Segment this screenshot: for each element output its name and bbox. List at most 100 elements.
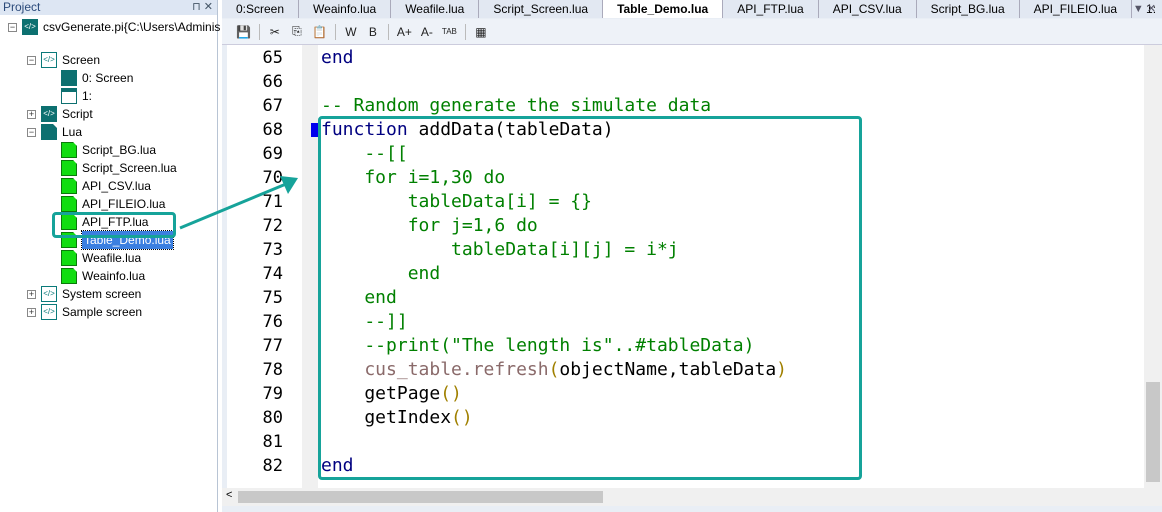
line-number: 82 [262, 456, 283, 476]
tree-system-screen[interactable]: + </> System screen [27, 285, 141, 303]
xml-icon: </> [41, 52, 57, 68]
lua-file-icon [61, 196, 77, 212]
label: Screen [62, 53, 101, 67]
tab[interactable]: 0:Screen [222, 0, 300, 18]
line-number: 74 [262, 264, 283, 284]
code-line: -- Random generate the simulate data [321, 95, 711, 116]
tree-lua[interactable]: − Lua [27, 123, 82, 141]
line-number: 79 [262, 384, 283, 404]
tab-button[interactable]: TAB [442, 27, 457, 36]
screen-icon [61, 88, 77, 104]
lua-file-icon [61, 178, 77, 194]
tree-lua-file[interactable]: Script_Screen.lua [61, 159, 177, 177]
xml-icon: </> [41, 304, 57, 320]
tab[interactable]: API_FTP.lua [723, 0, 819, 18]
font-increase-button[interactable]: A+ [397, 25, 412, 39]
pin-icon[interactable]: ⊓ [192, 1, 201, 13]
expand-icon[interactable]: + [27, 109, 36, 119]
tab-controls[interactable]: ▼ ✕ [1133, 0, 1156, 18]
code-token: end [321, 47, 354, 68]
line-number: 81 [262, 432, 283, 452]
lua-file-icon [61, 160, 77, 176]
highlight-box [52, 212, 176, 238]
tab-active[interactable]: Table_Demo.lua [603, 0, 724, 18]
line-number: 65 [262, 48, 283, 68]
line-number: 67 [262, 96, 283, 116]
tree-screen-0[interactable]: 0: Screen [61, 69, 133, 87]
code-highlight-box [318, 116, 862, 480]
scroll-left-icon[interactable]: < [226, 489, 232, 501]
label: 1: [82, 89, 93, 103]
toolbar: 💾 ✂ ⎘ 📋 W B A+ A- TAB ▦ [222, 19, 1162, 45]
tree-screen-1[interactable]: 1: [61, 87, 92, 105]
label: Script_Screen.lua [82, 161, 177, 175]
script-icon: </> [41, 106, 57, 122]
line-number: 75 [262, 288, 283, 308]
tab[interactable]: Weafile.lua [391, 0, 480, 18]
label: API_CSV.lua [82, 179, 151, 193]
scroll-thumb[interactable] [1146, 382, 1160, 482]
scroll-thumb[interactable] [238, 491, 603, 503]
lua-folder-icon [41, 124, 57, 140]
lua-file-icon [61, 142, 77, 158]
label: Sample screen [62, 305, 143, 319]
tree-lua-file[interactable]: API_FILEIO.lua [61, 195, 165, 213]
collapse-icon[interactable]: − [27, 127, 36, 137]
collapse-icon[interactable]: − [27, 55, 36, 65]
close-icon[interactable]: ✕ [204, 1, 213, 13]
label: Script_BG.lua [82, 143, 157, 157]
tab[interactable]: Weainfo.lua [299, 0, 392, 18]
copy-icon[interactable]: ⎘ [290, 24, 304, 39]
label: Weainfo.lua [82, 269, 146, 283]
line-number: 66 [262, 72, 283, 92]
panel-title: Project [3, 0, 41, 14]
screen-icon [61, 70, 77, 86]
expand-icon[interactable]: + [27, 289, 36, 299]
tree-lua-file[interactable]: API_CSV.lua [61, 177, 151, 195]
grid-icon[interactable]: ▦ [474, 25, 488, 39]
tab-bar: 0:Screen Weainfo.lua Weafile.lua Script_… [222, 0, 1162, 18]
label: 0: Screen [82, 71, 134, 85]
line-number: 69 [262, 144, 283, 164]
fold-margin [302, 45, 318, 488]
word-wrap-button[interactable]: W [344, 25, 358, 39]
tab[interactable]: Script_BG.lua [916, 0, 1020, 18]
project-panel: Project ⊓ ✕ − </> csvGenerate.pi{C:\Users\… [0, 0, 220, 512]
project-icon: </> [22, 19, 38, 35]
tab[interactable]: Script_Screen.lua [479, 0, 604, 18]
tree-lua-file[interactable]: Script_BG.lua [61, 141, 156, 159]
tree-sample-screen[interactable]: + </> Sample screen [27, 303, 142, 321]
tree-lua-file[interactable]: Weainfo.lua [61, 267, 145, 285]
label: Weafile.lua [82, 251, 142, 265]
label: API_FILEIO.lua [82, 197, 166, 211]
xml-icon: </> [41, 286, 57, 302]
line-number: 68 [262, 120, 283, 140]
cut-icon[interactable]: ✂ [268, 25, 282, 39]
project-panel-header: Project ⊓ ✕ [0, 0, 217, 15]
bookmark-button[interactable]: B [366, 25, 380, 39]
code-line: end [321, 47, 354, 68]
expand-icon[interactable]: + [27, 307, 36, 317]
paste-icon[interactable]: 📋 [312, 25, 327, 39]
lua-file-icon [61, 250, 77, 266]
tree-root[interactable]: − </> csvGenerate.pi{C:\Users\Adminis [8, 18, 220, 36]
vertical-scrollbar[interactable] [1144, 45, 1162, 488]
tree-lua-file[interactable]: Weafile.lua [61, 249, 141, 267]
label: csvGenerate.pi{C:\Users\Adminis [43, 20, 221, 34]
collapse-icon[interactable]: − [8, 22, 17, 32]
horizontal-scrollbar[interactable]: < [222, 488, 1162, 506]
code-token: -- Random generate the simulate data [321, 95, 712, 116]
line-number: 80 [262, 408, 283, 428]
tab[interactable]: API_CSV.lua [818, 0, 917, 18]
font-decrease-button[interactable]: A- [420, 25, 434, 39]
save-icon[interactable]: 💾 [236, 25, 251, 39]
label: System screen [62, 287, 142, 301]
arrow-icon [179, 176, 298, 230]
label: Lua [62, 125, 83, 139]
line-number: 73 [262, 240, 283, 260]
tab[interactable]: API_FILEIO.lua [1019, 0, 1133, 18]
tree-screen[interactable]: − </> Screen [27, 51, 100, 69]
line-number: 78 [262, 360, 283, 380]
line-number-gutter: 65 66 67 68 69 70 71 72 73 74 75 76 77 78 79 80 81 82 [227, 45, 302, 488]
tree-script[interactable]: + </> Script [27, 105, 93, 123]
